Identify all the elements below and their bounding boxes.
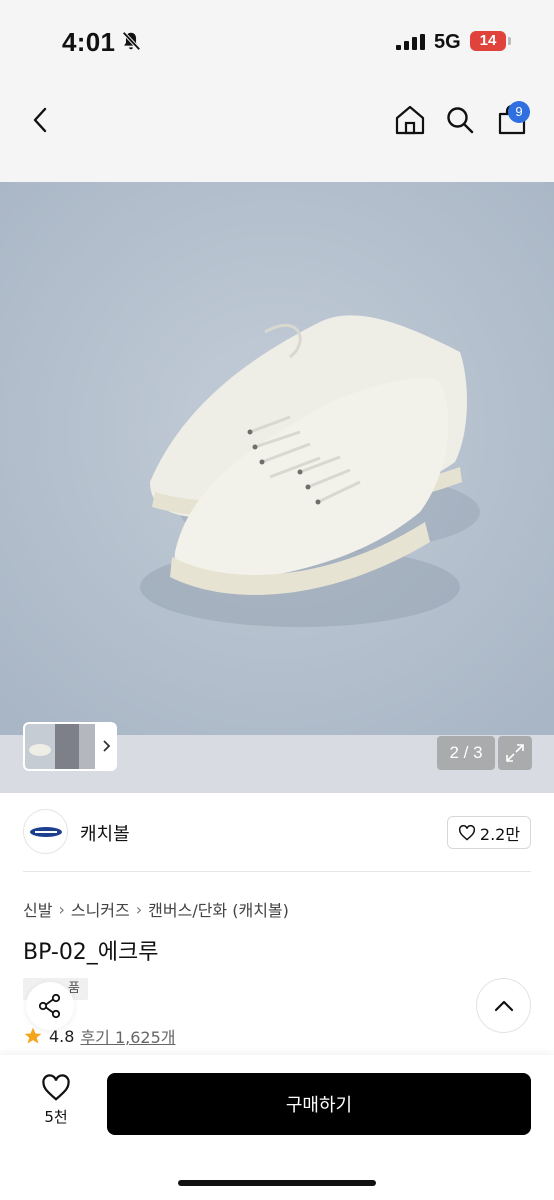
status-time: 4:01 [62,27,116,57]
chevron-right-icon: › [58,899,65,919]
heart-icon [42,1074,70,1101]
chevron-left-icon [33,107,47,133]
chevron-right-icon: › [135,899,143,919]
scroll-to-top-button[interactable] [476,978,531,1033]
status-bar: 4:01 5G 14 [0,0,554,80]
search-button[interactable] [438,98,482,142]
heart-icon [458,824,475,841]
product-rating: 4.8 후기 1,625개 [23,1024,176,1048]
rating-value: 4.8 [49,1026,75,1046]
product-photo [0,182,554,735]
gallery-thumbnail-button[interactable] [23,722,117,771]
product-title: BP-02_에크루 [23,940,159,965]
breadcrumb-item[interactable]: 캔버스/단화 (캐치볼) [148,897,289,921]
breadcrumb-item[interactable]: 신발 [23,897,52,921]
bell-muted-icon [122,31,141,51]
star-icon [24,1027,42,1044]
cart-count-badge: 9 [508,101,530,123]
breadcrumb: 신발 › 스니커즈 › 캔버스/단화 (캐치볼) [23,897,289,921]
battery-indicator: 14 [470,31,506,51]
brand-logo[interactable] [23,809,68,854]
expand-image-button[interactable] [498,736,532,770]
brand-logo-mark [29,826,62,837]
network-type: 5G [434,31,461,53]
back-button[interactable] [18,98,62,142]
share-icon [38,993,61,1019]
home-indicator [178,1180,376,1186]
product-image-carousel[interactable] [0,182,554,793]
thumbnail-preview [25,724,111,769]
home-icon [395,105,425,135]
signal-icon [396,34,425,50]
brand-like-button[interactable]: 2.2만 [447,816,531,849]
battery-nub [508,37,511,45]
wishlist-count: 5천 [44,1108,68,1126]
wishlist-button[interactable]: 5천 [26,1074,86,1134]
app-header [0,80,554,182]
brand-like-count: 2.2만 [479,824,521,844]
chevron-up-icon [494,1000,513,1011]
buy-button[interactable]: 구매하기 [107,1073,531,1135]
gallery-counter: 2 / 3 [437,736,495,770]
expand-icon [506,744,524,762]
brand-name[interactable]: 캐치볼 [80,820,130,846]
search-icon [447,107,474,134]
breadcrumb-item[interactable]: 스니커즈 [71,897,130,921]
home-button[interactable] [388,98,432,142]
share-button[interactable] [26,982,74,1030]
divider [23,871,531,872]
reviews-link[interactable]: 후기 1,625개 [80,1024,175,1048]
